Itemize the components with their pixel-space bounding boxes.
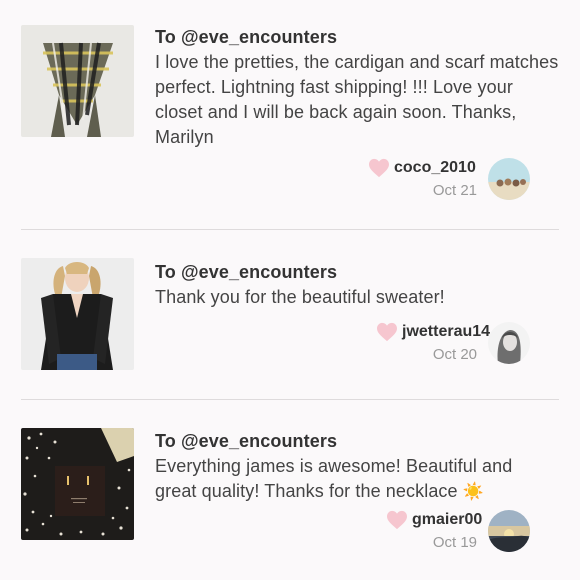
review-message: Everything james is awesome! Beautiful a… <box>155 454 550 504</box>
reviewer-avatar[interactable] <box>488 322 530 364</box>
review-recipient[interactable]: To @eve_encounters <box>155 27 337 48</box>
heart-icon[interactable] <box>386 510 408 530</box>
sun-emoji-icon: ☀️ <box>462 482 485 501</box>
plaid-scarf-icon <box>21 25 134 137</box>
reviewer-username[interactable]: coco_2010 <box>394 159 476 177</box>
beach-avatar-icon <box>488 158 530 200</box>
review-message: I love the pretties, the cardigan and sc… <box>155 52 559 147</box>
review-message: Thank you for the beautiful sweater! <box>155 287 445 307</box>
review-date: Oct 20 <box>432 346 477 363</box>
review-recipient[interactable]: To @eve_encounters <box>155 431 337 452</box>
black-sweater-image[interactable] <box>21 258 134 370</box>
sunset-avatar-icon <box>488 510 530 552</box>
necklace-box-image[interactable] <box>21 428 134 540</box>
heart-icon[interactable] <box>376 322 398 342</box>
review-date: Oct 21 <box>432 182 477 199</box>
review-meta: gmaier00 Oct 19 <box>368 506 558 552</box>
reviewer-username[interactable]: jwetterau14 <box>402 323 490 341</box>
review-card: To @eve_encounters Everything james is a… <box>0 400 580 580</box>
reviewer-avatar[interactable] <box>488 510 530 552</box>
portrait-avatar-icon <box>488 322 530 364</box>
reviewer-username[interactable]: gmaier00 <box>412 511 482 529</box>
review-meta: coco_2010 Oct 21 <box>368 156 558 200</box>
necklace-box-icon <box>21 428 134 540</box>
review-card: To @eve_encounters Thank you for the bea… <box>0 230 580 400</box>
heart-icon[interactable] <box>368 158 390 178</box>
reviewer-avatar[interactable] <box>488 158 530 200</box>
review-card: To @eve_encounters I love the pretties, … <box>0 0 580 230</box>
black-sweater-icon <box>21 258 134 370</box>
love-notes-feed: To @eve_encounters I love the pretties, … <box>0 0 580 580</box>
review-date: Oct 19 <box>432 534 477 551</box>
review-message-text: Everything james is awesome! Beautiful a… <box>155 456 513 501</box>
plaid-scarf-image[interactable] <box>21 25 134 137</box>
review-recipient[interactable]: To @eve_encounters <box>155 262 337 283</box>
review-meta: jwetterau14 Oct 20 <box>368 320 558 364</box>
